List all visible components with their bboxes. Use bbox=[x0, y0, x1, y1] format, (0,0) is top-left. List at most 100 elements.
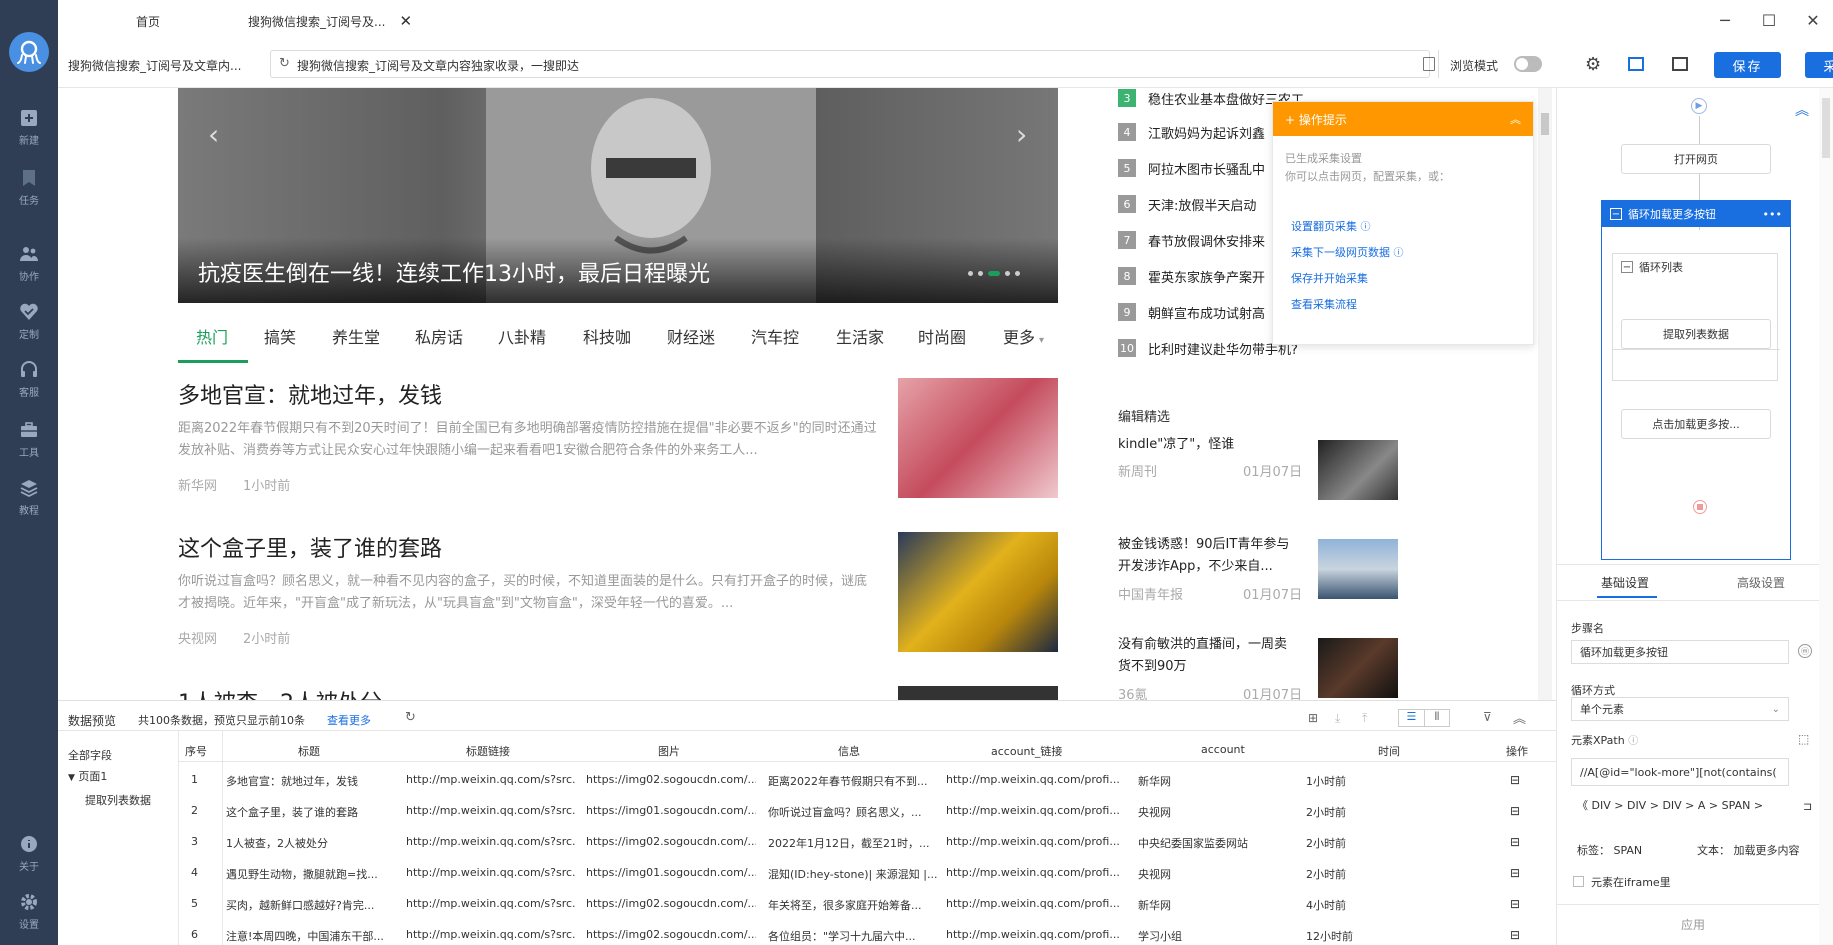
tab-private[interactable]: 私房话 bbox=[415, 324, 463, 348]
view-more-link[interactable]: 查看更多 bbox=[327, 712, 371, 728]
tip-link-view-flow[interactable]: 查看采集流程 bbox=[1291, 296, 1357, 312]
flow-node-extract-list[interactable]: 提取列表数据 bbox=[1621, 319, 1771, 349]
list-view-icon[interactable]: ☰ bbox=[1399, 710, 1424, 726]
tab-life[interactable]: 生活家 bbox=[836, 324, 884, 348]
hot-list-item[interactable]: 10 比利时建议赴华勿带手机? bbox=[1118, 330, 1298, 366]
carousel-dots[interactable] bbox=[968, 271, 1020, 276]
tab-auto[interactable]: 汽车控 bbox=[751, 324, 799, 348]
editor-item-thumbnail[interactable] bbox=[1318, 539, 1398, 599]
row-action-icon[interactable]: ⊟ bbox=[1510, 835, 1520, 849]
table-row[interactable]: 2 这个盒子里，装了谁的套路 http://mp.weixin.qq.com/s?s… bbox=[58, 804, 1556, 824]
table-row[interactable]: 3 1人被查，2人被处分 http://mp.weixin.qq.com/s?src… bbox=[58, 835, 1556, 855]
minimize-icon[interactable]: ─ bbox=[1713, 8, 1737, 32]
tip-link-pagination[interactable]: 设置翻页采集 ⓘ bbox=[1291, 218, 1371, 234]
expand-path-icon[interactable]: ⊐ bbox=[1803, 800, 1812, 813]
tab-active[interactable]: 搜狗微信搜索_订阅号及... ✕ bbox=[248, 0, 468, 42]
sidebar-item-tutorial[interactable]: 教程 bbox=[0, 478, 58, 528]
sidebar-item-collab[interactable]: 协作 bbox=[0, 244, 58, 294]
tip-header[interactable]: + 操作提示 ︽ bbox=[1273, 102, 1533, 136]
breadcrumb-item[interactable]: A bbox=[1698, 799, 1706, 812]
download-icon[interactable]: ⤓ bbox=[1335, 711, 1340, 726]
row-action-icon[interactable]: ⊟ bbox=[1510, 804, 1520, 818]
row-action-icon[interactable]: ⊟ bbox=[1510, 928, 1520, 942]
flow-node-loop-list[interactable]: − 循环列表 bbox=[1613, 254, 1777, 280]
refresh-icon[interactable]: ↻ bbox=[279, 56, 290, 71]
breadcrumb-back-icon[interactable]: 《 bbox=[1577, 799, 1588, 812]
breadcrumb-item[interactable]: DIV bbox=[1627, 799, 1646, 812]
column-header[interactable]: 标题 bbox=[298, 743, 320, 759]
sidebar-item-custom[interactable]: 定制 bbox=[0, 302, 58, 352]
column-view-icon[interactable]: ⫴ bbox=[1423, 710, 1449, 726]
iframe-checkbox[interactable] bbox=[1573, 876, 1584, 887]
flow-node-open-page[interactable]: 打开网页 bbox=[1621, 144, 1771, 174]
hot-list-item[interactable]: 5 阿拉木图市长骚乱中 bbox=[1118, 150, 1265, 186]
column-header[interactable]: account bbox=[1201, 743, 1245, 756]
collapse-square-icon[interactable]: − bbox=[1621, 261, 1633, 273]
help-icon[interactable]: ⓘ bbox=[1394, 248, 1404, 259]
sidebar-item-new[interactable]: 新建 bbox=[0, 108, 58, 158]
editor-item-title[interactable]: 没有俞敏洪的直播间，一周卖货不到90万 bbox=[1118, 634, 1298, 678]
tab-advanced-settings[interactable]: 高级设置 bbox=[1737, 574, 1785, 591]
collapse-preview-icon[interactable]: ︽ bbox=[1513, 708, 1526, 727]
table-row[interactable]: 4 遇见野生动物，撒腿就跑=找... http://mp.weixin.qq.com… bbox=[58, 866, 1556, 886]
banner-caption[interactable]: 抗疫医生倒在一线！连续工作13小时，最后日程曝光 bbox=[198, 256, 710, 288]
hot-list-item[interactable]: 6 天津:放假半天启动 bbox=[1118, 186, 1256, 222]
more-menu-icon[interactable]: ••• bbox=[1763, 208, 1782, 221]
edit-name-icon[interactable]: ⓜ bbox=[1798, 644, 1812, 658]
collapse-square-icon[interactable]: − bbox=[1610, 208, 1622, 220]
apply-button[interactable]: 应用 bbox=[1681, 916, 1705, 933]
address-bar[interactable]: ↻ 搜狗微信搜索_订阅号及文章内容独家收录，一搜即达 bbox=[270, 50, 1435, 78]
tree-all-fields[interactable]: 全部字段 bbox=[68, 747, 112, 763]
breadcrumb-item[interactable]: DIV bbox=[1662, 799, 1681, 812]
upload-icon[interactable]: ⤒ bbox=[1362, 711, 1367, 726]
table-row[interactable]: 1 多地官宣：就地过年，发钱 http://mp.weixin.qq.com/s?s… bbox=[58, 773, 1556, 793]
maximize-icon[interactable]: ☐ bbox=[1757, 8, 1781, 32]
save-button[interactable]: 保存 bbox=[1714, 52, 1781, 78]
sidebar-item-service[interactable]: 客服 bbox=[0, 360, 58, 410]
tab-home[interactable]: 首页 bbox=[136, 0, 216, 42]
pick-element-icon[interactable]: ⬚ bbox=[1798, 732, 1809, 746]
document-icon[interactable] bbox=[1423, 57, 1435, 71]
hot-list-item[interactable]: 9 朝鲜宣布成功试射高 bbox=[1118, 294, 1265, 330]
breadcrumb-item[interactable]: SPAN bbox=[1722, 799, 1751, 812]
flow-node-click-load-more[interactable]: 点击加载更多按... bbox=[1621, 409, 1771, 439]
flow-node-loop-load-more[interactable]: − 循环加载更多按钮 ••• bbox=[1602, 201, 1790, 227]
help-icon[interactable]: ⓘ bbox=[1361, 222, 1371, 233]
xpath-input[interactable]: //A[@id="look-more"][not(contains( bbox=[1571, 758, 1789, 786]
sidebar-item-task[interactable]: 任务 bbox=[0, 168, 58, 218]
table-row[interactable]: 5 买肉，越新鲜口感越好?肯完... http://mp.weixin.qq.com… bbox=[58, 897, 1556, 917]
step-name-input[interactable]: 循环加载更多按钮 bbox=[1571, 640, 1789, 664]
panel-scrollbar[interactable] bbox=[1819, 88, 1833, 945]
article-title[interactable]: 这个盒子里，装了谁的套路 bbox=[178, 531, 442, 563]
article-thumbnail[interactable] bbox=[898, 378, 1058, 498]
sidebar-item-settings[interactable]: 设置 bbox=[0, 892, 58, 942]
row-action-icon[interactable]: ⊟ bbox=[1510, 897, 1520, 911]
close-tab-icon[interactable]: ✕ bbox=[399, 12, 412, 30]
carousel-next-icon[interactable]: › bbox=[1016, 118, 1027, 151]
tab-more[interactable]: 更多 ▾ bbox=[1003, 324, 1044, 348]
hot-list-item[interactable]: 4 江歌妈妈为起诉刘鑫 bbox=[1118, 114, 1265, 150]
tab-fashion[interactable]: 时尚圈 bbox=[918, 324, 966, 348]
collapse-chevron-icon[interactable]: ︽ bbox=[1510, 111, 1521, 127]
breadcrumb-item[interactable]: DIV bbox=[1592, 799, 1611, 812]
web-scrollbar[interactable] bbox=[1538, 88, 1552, 700]
sidebar-item-tools[interactable]: 工具 bbox=[0, 420, 58, 470]
loop-mode-select[interactable]: 单个元素 ⌄ bbox=[1571, 697, 1789, 721]
banner-carousel[interactable]: ‹ › 抗疫医生倒在一线！连续工作13小时，最后日程曝光 bbox=[178, 88, 1058, 303]
collapse-up-icon[interactable]: ︽ bbox=[1795, 100, 1809, 120]
tab-basic-settings[interactable]: 基础设置 bbox=[1601, 574, 1649, 591]
table-row[interactable]: 6 注意!本周四晚，中国浦东干部... http://mp.weixin.qq.co… bbox=[58, 928, 1556, 945]
tip-link-save-start[interactable]: 保存并开始采集 bbox=[1291, 270, 1368, 286]
article-title[interactable]: 1人被查，2人被处分 bbox=[178, 685, 382, 700]
row-action-icon[interactable]: ⊟ bbox=[1510, 773, 1520, 787]
row-action-icon[interactable]: ⊟ bbox=[1510, 866, 1520, 880]
window-icon[interactable] bbox=[1672, 57, 1688, 71]
tab-hot[interactable]: 热门 bbox=[196, 324, 228, 348]
hot-list-item[interactable]: 7 春节放假调休安排来 bbox=[1118, 222, 1265, 258]
close-window-icon[interactable]: ✕ bbox=[1801, 8, 1825, 32]
settings-gear-icon[interactable]: ⚙ bbox=[1585, 54, 1601, 75]
editor-item-thumbnail[interactable] bbox=[1318, 440, 1398, 500]
layout-icon[interactable] bbox=[1628, 57, 1644, 71]
hot-list-item[interactable]: 8 霍英东家族争产案开 bbox=[1118, 258, 1265, 294]
tab-funny[interactable]: 搞笑 bbox=[264, 324, 296, 348]
